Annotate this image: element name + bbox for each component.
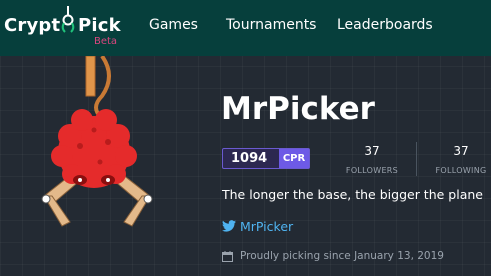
- claw-mascot-icon: [41, 56, 153, 227]
- nav-games[interactable]: Games: [149, 17, 198, 33]
- following-count: 37: [453, 144, 469, 158]
- followers-count: 37: [364, 144, 380, 158]
- followers-stat[interactable]: 37 FOLLOWERS: [336, 144, 408, 175]
- nav-leaderboards[interactable]: Leaderboards: [337, 17, 433, 33]
- rating-value: 1094: [231, 151, 268, 166]
- rating-badge: 1094 CPR: [222, 148, 310, 169]
- twitter-bird-icon: [222, 220, 236, 232]
- profile-username: MrPicker: [221, 91, 375, 127]
- nav-tournaments[interactable]: Tournaments: [226, 17, 316, 33]
- followers-label: FOLLOWERS: [345, 166, 399, 175]
- twitter-handle: MrPicker: [240, 219, 294, 234]
- stats-divider: [416, 142, 417, 176]
- logo-text-crypto: Crypt: [4, 15, 61, 36]
- logo-text-pick: Pick: [78, 15, 121, 36]
- navbar: Crypt Pick Beta Games Tournaments Leader…: [0, 0, 491, 56]
- beta-badge: Beta: [94, 36, 118, 47]
- calendar-icon: [222, 251, 233, 262]
- rating-label: CPR: [279, 149, 309, 168]
- profile-bio: The longer the base, the bigger the plan…: [222, 187, 483, 202]
- following-stat[interactable]: 37 FOLLOWING: [425, 144, 491, 175]
- cryptopick-logo[interactable]: Crypt Pick Beta: [4, 4, 124, 52]
- claw-logo-icon: [61, 6, 75, 33]
- following-label: FOLLOWING: [435, 166, 487, 175]
- member-since-text: Proudly picking since January 13, 2019: [240, 250, 444, 262]
